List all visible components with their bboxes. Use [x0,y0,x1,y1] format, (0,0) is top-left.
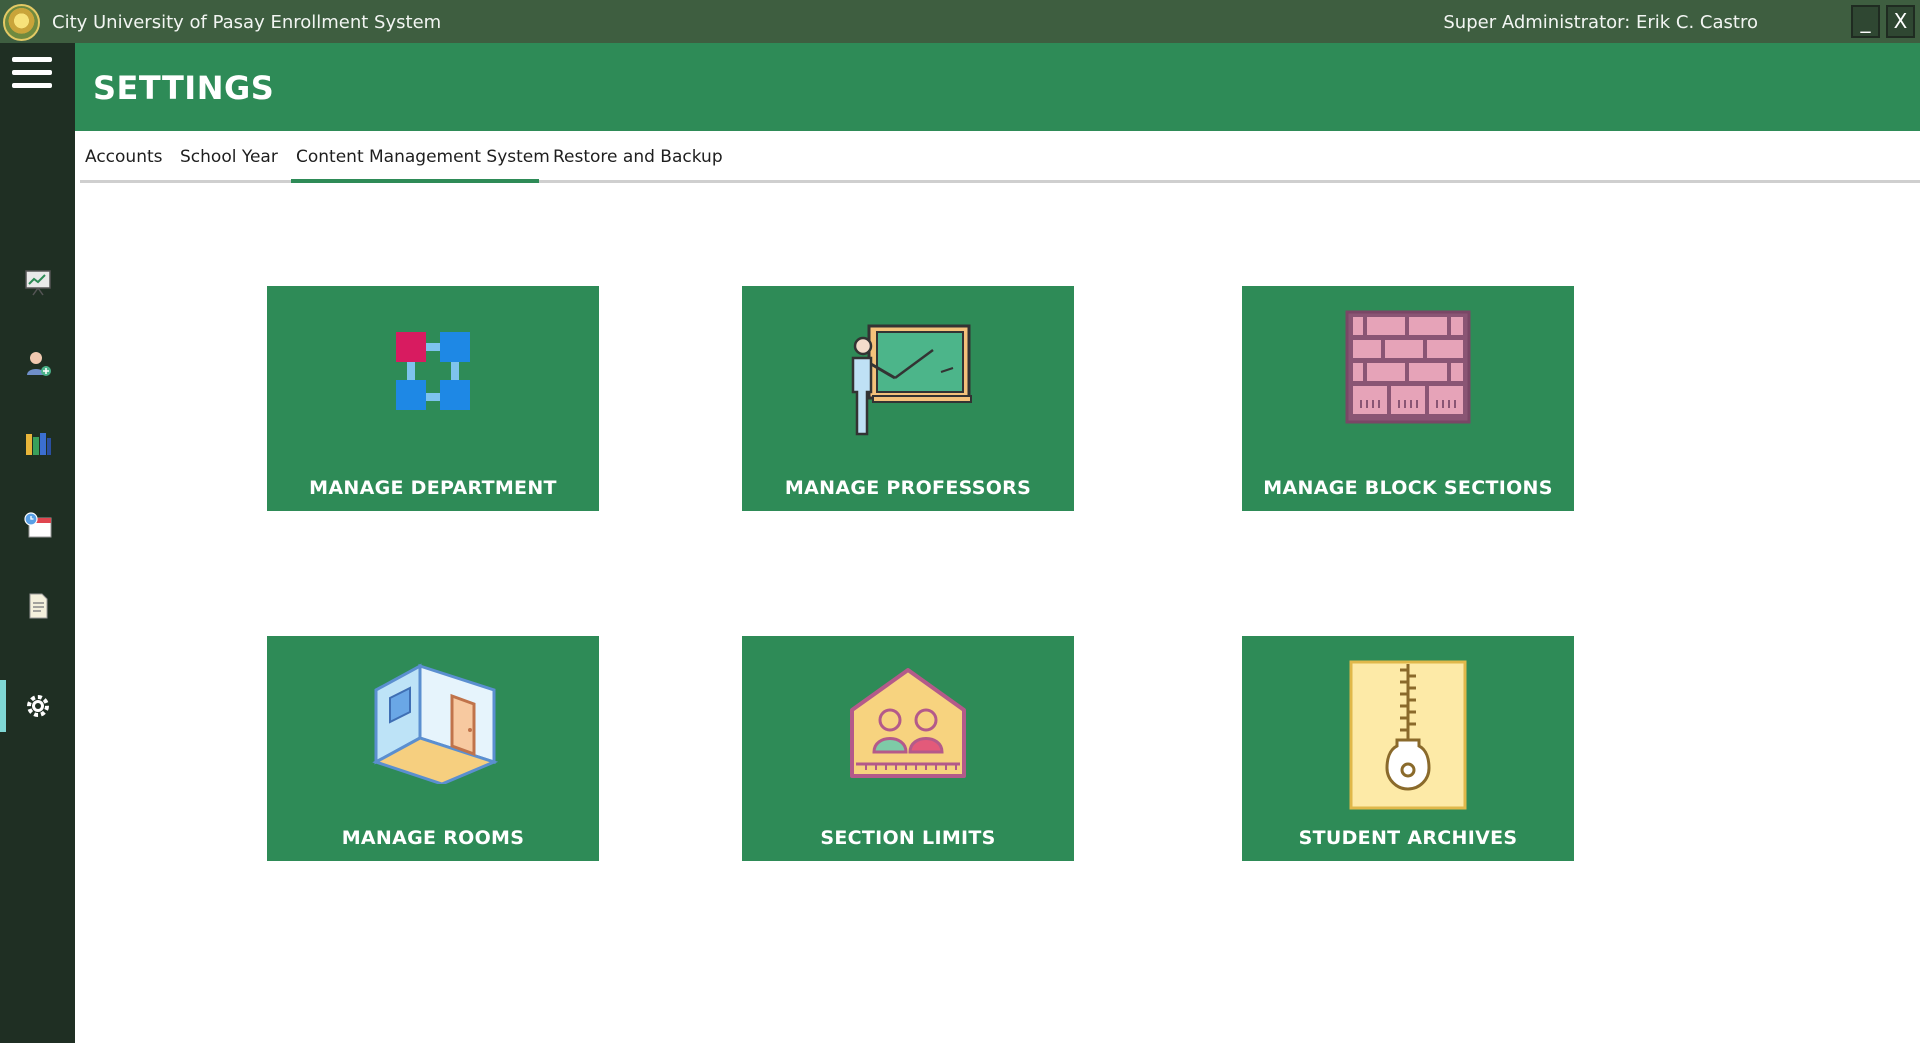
brick-wall-icon [1345,310,1471,424]
gear-icon [26,695,49,717]
student-archives-card[interactable]: STUDENT ARCHIVES [1242,636,1574,861]
section-limits-card[interactable]: SECTION LIMITS [742,636,1074,861]
presentation-chart-icon [24,270,51,296]
title-bar: City University of Pasay Enrollment Syst… [0,0,1920,43]
sidebar-item-enroll-student[interactable] [0,337,75,389]
close-button[interactable]: X [1886,5,1915,38]
sidebar-item-schedule[interactable] [0,499,75,551]
manage-professors-card[interactable]: MANAGE PROFESSORS [742,286,1074,511]
sidebar-item-reports[interactable] [0,580,75,632]
app-title: City University of Pasay Enrollment Syst… [52,12,442,33]
card-label: MANAGE ROOMS [341,827,525,849]
add-user-icon [26,352,51,376]
page-title: SETTINGS [93,69,275,107]
current-user-label: Super Administrator: Erik C. Castro [1443,12,1758,33]
menu-icon[interactable] [12,57,52,91]
card-label: MANAGE BLOCK SECTIONS [1263,477,1553,499]
card-label: MANAGE PROFESSORS [784,477,1032,499]
card-label: STUDENT ARCHIVES [1298,827,1518,849]
calendar-clock-icon [23,512,51,538]
document-icon [29,593,47,619]
teacher-board-icon [851,324,972,436]
university-logo-icon [3,4,40,41]
card-label: MANAGE DEPARTMENT [309,477,557,499]
manage-department-card[interactable]: MANAGE DEPARTMENT [267,286,599,511]
room-icon [372,663,498,784]
department-structure-icon [396,332,470,410]
tab-school-year[interactable]: School Year [180,147,278,167]
card-label: SECTION LIMITS [820,827,996,849]
tab-restore-and-backup[interactable]: Restore and Backup [553,147,723,167]
zip-archive-icon [1349,660,1467,810]
active-tab-indicator [291,179,539,183]
manage-rooms-card[interactable]: MANAGE ROOMS [267,636,599,861]
sidebar-item-subjects[interactable] [0,418,75,470]
sidebar [0,43,75,1043]
tab-accounts[interactable]: Accounts [85,147,163,167]
sidebar-item-dashboard[interactable] [0,256,75,308]
tab-bar: Accounts School Year Content Management … [80,131,1920,183]
tab-content-management-system[interactable]: Content Management System [296,147,550,167]
house-people-icon [850,668,966,778]
page-header: SETTINGS [75,43,1920,131]
books-icon [25,433,51,455]
manage-block-sections-card[interactable]: MANAGE BLOCK SECTIONS [1242,286,1574,511]
sidebar-item-settings[interactable] [0,680,75,732]
minimize-button[interactable]: _ [1851,5,1880,38]
